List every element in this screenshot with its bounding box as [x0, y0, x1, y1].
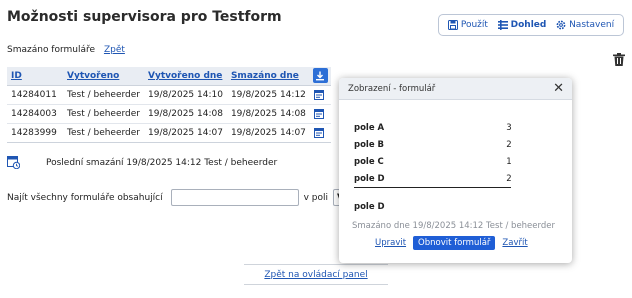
field-name: pole C: [354, 156, 384, 167]
list-item: pole B 2: [354, 136, 514, 153]
table-row[interactable]: 14283999 Test / beheerder 19/8/2025 14:0…: [7, 123, 331, 143]
form-icon: [313, 127, 324, 138]
supervision-label: Dohled: [510, 20, 547, 30]
form-icon: [313, 89, 324, 100]
form-icon: [313, 108, 324, 119]
apply-button[interactable]: Použít: [447, 20, 488, 30]
sort-id[interactable]: ID: [7, 67, 63, 86]
cell-deleted-date: 19/8/2025 14:12: [226, 85, 310, 105]
cell-id: 14284003: [7, 104, 63, 124]
cell-deleted-date: 19/8/2025 14:07: [226, 123, 310, 143]
field-name: pole B: [354, 139, 385, 150]
download-button[interactable]: [312, 68, 328, 84]
save-icon: [447, 20, 458, 30]
subtitle: Smazáno formuláře Zpět: [7, 45, 125, 55]
cell-created-by: Test / beheerder: [63, 104, 144, 124]
back-to-dashboard-link[interactable]: Zpět na ovládací panel: [264, 270, 367, 280]
list-item: pole C 1: [354, 153, 514, 170]
cell-created-by: Test / beheerder: [63, 85, 144, 105]
field-value: 3: [506, 122, 512, 133]
table-header-row: ID Vytvořeno Vytvořeno dne Smazáno dne: [7, 67, 331, 86]
deleted-info: Smazáno dne 19/8/2025 14:12 Test / behee…: [352, 221, 555, 231]
popup-actions: Upravit Obnovit formulář Zavřít: [375, 236, 528, 250]
subtitle-text: Smazáno formuláře: [7, 45, 96, 55]
close-link[interactable]: Zavřít: [502, 238, 527, 248]
list-item: pole D 2: [354, 170, 514, 187]
sort-created-by[interactable]: Vytvořeno: [63, 67, 144, 86]
field-list: pole A 3 pole B 2 pole C 1 pole D 2: [354, 119, 514, 187]
cell-id: 14284011: [7, 85, 63, 105]
download-icon: [316, 71, 325, 81]
field-value: 1: [506, 156, 512, 167]
supervision-button[interactable]: Dohled: [497, 20, 547, 30]
field-label: v poli: [303, 192, 329, 203]
last-delete-text: Poslední smazání 19/8/2025 14:12 Test / …: [46, 157, 278, 168]
sort-created-date[interactable]: Vytvořeno dne: [144, 67, 227, 86]
settings-label: Nastavení: [569, 20, 615, 30]
gear-icon: [556, 20, 566, 30]
cell-created-date: 19/8/2025 14:10: [144, 85, 227, 105]
search-input[interactable]: [170, 189, 299, 206]
history-icon: [7, 156, 20, 169]
table-row[interactable]: 14284003 Test / beheerder 19/8/2025 14:0…: [7, 104, 331, 124]
cell-id: 14283999: [7, 123, 63, 143]
trash-icon[interactable]: [613, 53, 625, 66]
popup-header: Zobrazení - formulář ✕: [339, 78, 572, 100]
view-form-button[interactable]: [309, 123, 331, 143]
search-row: Najít všechny formuláře obsahující v pol…: [7, 189, 354, 206]
page-title: Možnosti supervisora pro Testform: [7, 9, 282, 25]
edit-link[interactable]: Upravit: [375, 238, 406, 248]
cell-created-by: Test / beheerder: [63, 123, 144, 143]
sort-deleted-date[interactable]: Smazáno dne: [226, 67, 310, 86]
table-row[interactable]: 14284011 Test / beheerder 19/8/2025 14:1…: [7, 85, 331, 105]
close-icon[interactable]: ✕: [553, 82, 564, 95]
field-name: pole D: [354, 173, 385, 184]
supervisor-toolbar: Použít Dohled Nastavení: [438, 14, 624, 36]
view-form-button[interactable]: [309, 85, 331, 105]
list-item: pole A 3: [354, 119, 514, 136]
field-value: 2: [506, 173, 512, 184]
back-link[interactable]: Zpět: [104, 45, 125, 55]
search-label: Najít všechny formuláře obsahující: [7, 192, 163, 203]
form-preview-popup: Zobrazení - formulář ✕ pole A 3 pole B 2…: [339, 78, 572, 263]
list-icon: [497, 20, 508, 30]
field-value: 2: [506, 139, 512, 150]
field-name: pole A: [354, 122, 385, 133]
popup-title: Zobrazení - formulář: [348, 83, 436, 94]
back-panel-box: Zpět na ovládací panel: [244, 264, 388, 285]
extra-field-name: pole D: [354, 202, 385, 212]
cell-created-date: 19/8/2025 14:08: [144, 104, 227, 124]
apply-label: Použít: [460, 20, 488, 30]
restore-form-button[interactable]: Obnovit formulář: [413, 236, 496, 250]
deleted-forms-table: ID Vytvořeno Vytvořeno dne Smazáno dne 1…: [7, 67, 331, 143]
divider: [354, 187, 511, 188]
download-header: [309, 67, 331, 86]
cell-created-date: 19/8/2025 14:07: [144, 123, 227, 143]
settings-button[interactable]: Nastavení: [556, 20, 614, 30]
view-form-button[interactable]: [309, 104, 331, 124]
cell-deleted-date: 19/8/2025 14:08: [226, 104, 310, 124]
last-delete-info: Poslední smazání 19/8/2025 14:12 Test / …: [7, 156, 277, 169]
